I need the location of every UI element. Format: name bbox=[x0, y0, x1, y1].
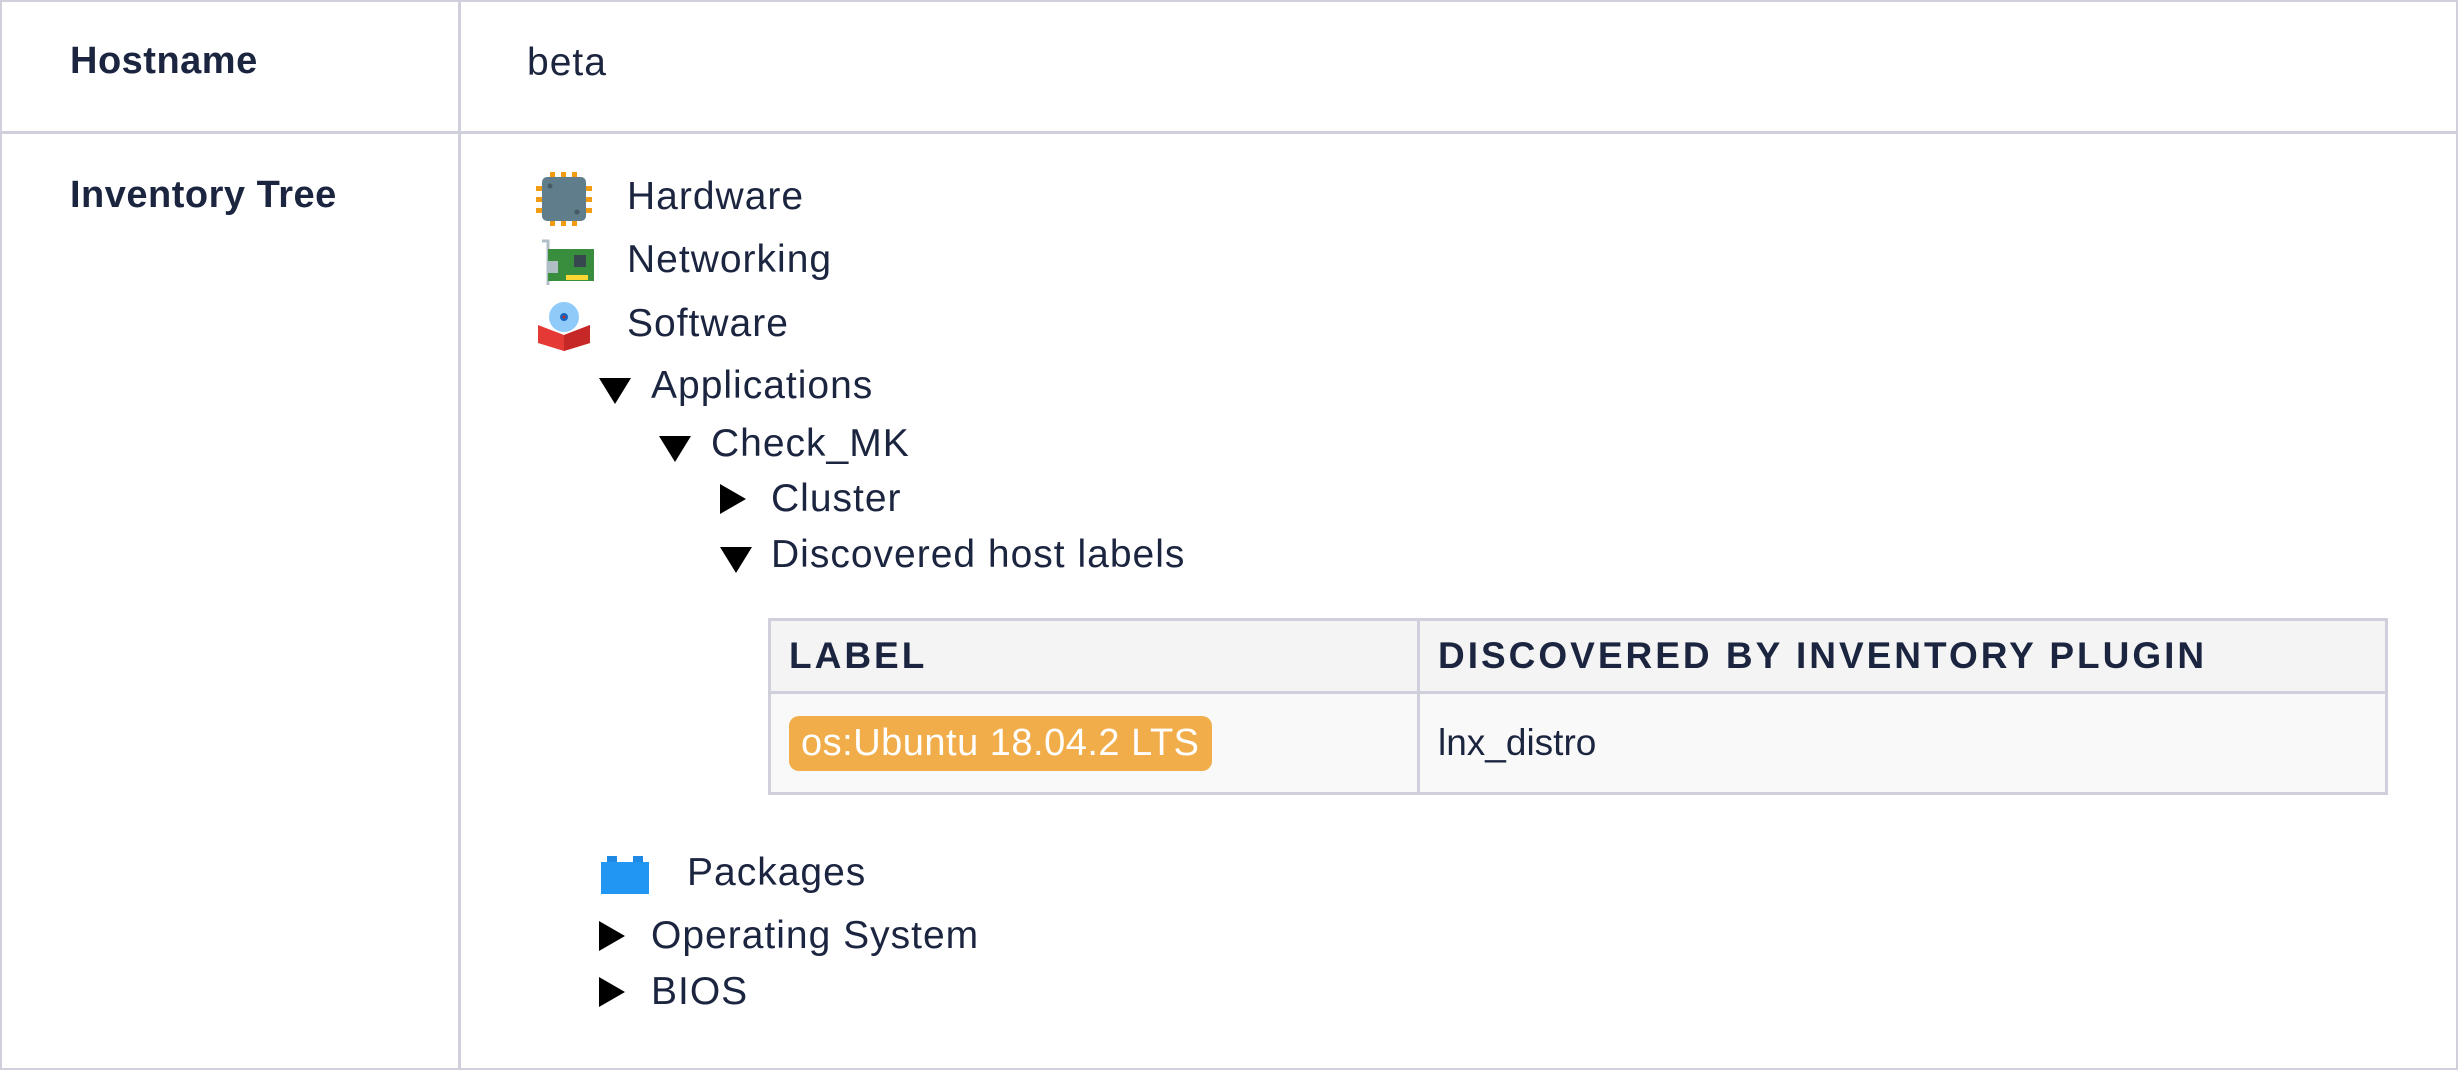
tree-node-label: Hardware bbox=[627, 175, 805, 218]
tree-node-label: Software bbox=[627, 302, 789, 345]
hostname-label: Hostname bbox=[70, 40, 258, 82]
tree-node-label: Networking bbox=[627, 238, 833, 281]
network-card-icon bbox=[542, 239, 594, 285]
tree-node-label: Packages bbox=[687, 851, 867, 894]
triangle-right-icon bbox=[599, 921, 625, 951]
tree-node-label: BIOS bbox=[651, 970, 749, 1013]
cpu-chip-icon bbox=[536, 172, 592, 226]
tree-node-label: Check_MK bbox=[711, 422, 910, 465]
tree-node-label: Operating System bbox=[651, 914, 980, 957]
inventory-tree-label: Inventory Tree bbox=[70, 174, 337, 216]
triangle-right-icon bbox=[720, 484, 746, 514]
column-header-plugin[interactable]: DISCOVERED BY INVENTORY PLUGIN bbox=[1417, 618, 2388, 694]
software-box-icon bbox=[538, 302, 590, 351]
table-row: os:Ubuntu 18.04.2 LTS lnx_distro bbox=[768, 691, 2388, 795]
triangle-down-icon bbox=[720, 547, 752, 573]
tree-node-label: Applications bbox=[651, 364, 874, 407]
label-cell: os:Ubuntu 18.04.2 LTS bbox=[768, 691, 1420, 795]
plugin-cell: lnx_distro bbox=[1417, 691, 2388, 795]
row-divider bbox=[0, 131, 2458, 134]
triangle-down-icon bbox=[659, 436, 691, 462]
tree-node-label: Cluster bbox=[771, 477, 902, 520]
packages-icon bbox=[601, 856, 649, 894]
tree-node-label: Discovered host labels bbox=[771, 533, 1186, 576]
hostname-value: beta bbox=[527, 41, 607, 84]
column-divider bbox=[458, 0, 461, 1070]
discovered-labels-table: LABEL DISCOVERED BY INVENTORY PLUGIN os:… bbox=[768, 618, 2388, 795]
triangle-right-icon bbox=[599, 977, 625, 1007]
column-header-label[interactable]: LABEL bbox=[768, 618, 1420, 694]
host-label-chip[interactable]: os:Ubuntu 18.04.2 LTS bbox=[789, 715, 1212, 771]
triangle-down-icon bbox=[599, 378, 631, 404]
table-header-row: LABEL DISCOVERED BY INVENTORY PLUGIN bbox=[768, 618, 2388, 694]
inventory-panel bbox=[0, 0, 2458, 1070]
